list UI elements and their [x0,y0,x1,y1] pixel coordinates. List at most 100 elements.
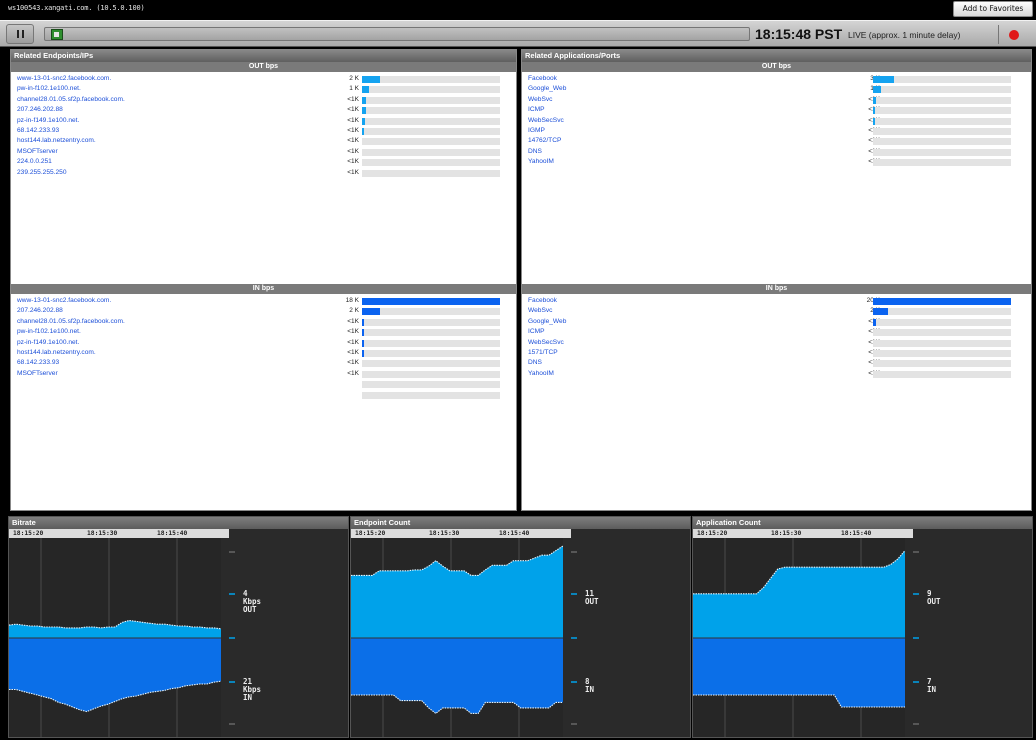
out-label-line: OUT [927,597,941,606]
item-link[interactable]: 207.246.202.88 [17,106,63,113]
list-item: www-13-01-snc2.facebook.com. 2 K [11,74,516,84]
item-link[interactable]: 224.0.0.251 [17,158,52,165]
item-link[interactable]: 68.142.233.93 [17,127,59,134]
add-to-favorites-button[interactable]: Add to Favorites [953,1,1033,17]
bar-track [362,169,500,177]
item-link[interactable]: IGMP [528,127,545,134]
scrubber-handle[interactable] [51,29,63,40]
applications-out-list: Facebook3 KGoogle_Web1 KWebSvc<1KICMP<1K… [522,72,1031,284]
bar-fill [362,127,364,135]
endpoints-in-header: IN bps [11,284,516,294]
item-link[interactable]: 14762/TCP [528,137,561,144]
item-link[interactable]: MSOFTserver [17,148,58,155]
item-link[interactable]: WebSecSvc [528,339,564,346]
item-link[interactable]: pw-in-f102.1e100.net. [17,328,81,335]
bar-track [873,96,1011,104]
item-link[interactable]: pz-in-f149.1e100.net. [17,117,79,124]
timeline-scrubber[interactable] [44,27,750,41]
bar-fill [873,76,894,83]
item-value: <1K [347,126,359,134]
bar-fill [873,96,876,104]
pause-icon [17,30,19,38]
bar-track [873,148,1011,156]
item-link[interactable]: DNS [528,359,542,366]
item-link[interactable]: host144.lab.netzentry.com. [17,137,96,144]
bar-fill [362,76,380,83]
item-link[interactable]: ICMP [528,106,544,113]
chart-title: Endpoint Count [351,517,690,529]
bar-track [362,391,500,399]
item-link[interactable]: host144.lab.netzentry.com. [17,349,96,356]
list-item: Google_Web<1K [522,317,1031,327]
item-link[interactable]: Facebook [528,75,557,82]
list-item: pw-in-f102.1e100.net. 1 K [11,84,516,94]
bitrate-chart-panel: Bitrate 18:15:20 18:15:30 18:15:40 4 Kbps… [8,516,349,738]
item-link[interactable]: www-13-01-snc2.facebook.com. [17,75,111,82]
chart-time-axis: 18:15:20 18:15:30 18:15:40 [351,529,571,538]
in-label-line: IN [927,685,937,694]
application-count-chart-panel: Application Count 18:15:20 18:15:30 18:1… [692,516,1033,738]
out-value-label: 9 OUT [927,590,941,606]
list-item: Facebook3 K [522,74,1031,84]
record-icon[interactable] [1009,30,1019,40]
item-link[interactable]: ICMP [528,328,544,335]
item-link[interactable]: pw-in-f102.1e100.net. [17,85,81,92]
item-link[interactable]: Google_Web [528,85,566,92]
bar-fill [362,318,365,326]
list-item: MSOFTserver <1K [11,147,516,157]
list-item: channel28.01.05.sf2p.facebook.com. <1K [11,317,516,327]
item-link[interactable]: MSOFTserver [17,370,58,377]
item-link[interactable]: channel28.01.05.sf2p.facebook.com. [17,318,125,325]
item-link[interactable]: Google_Web [528,318,566,325]
list-item: 207.246.202.88 2 K [11,306,516,316]
item-link[interactable]: DNS [528,148,542,155]
item-value: <1K [347,147,359,155]
endpoints-out-header: OUT bps [11,62,516,72]
item-link[interactable]: WebSvc [528,96,552,103]
live-status: LIVE (approx. 1 minute delay) [848,30,961,40]
item-value: <1K [347,158,359,166]
item-link[interactable]: WebSvc [528,307,552,314]
bar-fill [362,349,364,357]
bar-track [873,298,1011,305]
bar-track [362,370,500,378]
item-value: <1K [347,338,359,346]
item-link[interactable]: 207.246.202.88 [17,307,63,314]
item-link[interactable]: YahooIM [528,370,554,377]
list-item: Google_Web1 K [522,84,1031,94]
endpoints-in-list: www-13-01-snc2.facebook.com. 18 K 207.246.… [11,294,516,400]
item-link[interactable]: 68.142.233.93 [17,359,59,366]
time-tick: 18:15:40 [499,530,530,537]
bar-track [873,349,1011,357]
item-link[interactable]: pz-in-f149.1e100.net. [17,339,79,346]
item-link[interactable]: 239.255.255.250 [17,169,67,176]
item-link[interactable]: www-13-01-snc2.facebook.com. [17,297,111,304]
applications-out-header: OUT bps [522,62,1031,72]
list-item: ICMP<1K [522,327,1031,337]
toolbar-divider [998,25,999,44]
chart-title: Application Count [693,517,1032,529]
area-chart [351,538,577,737]
item-value: <1K [347,116,359,124]
list-item: 224.0.0.251 <1K [11,157,516,167]
title-bar: ws100543.xangati.com. (10.5.0.100) Add t… [0,0,1036,18]
applications-in-header: IN bps [522,284,1031,294]
item-value: 2 K [349,75,359,82]
item-value: <1K [347,95,359,103]
list-item: IGMP<1K [522,126,1031,136]
in-label-line: IN [243,693,253,702]
bar-fill [362,117,365,125]
item-link[interactable]: YahooIM [528,158,554,165]
time-tick: 18:15:20 [355,530,386,537]
item-link[interactable]: 1571/TCP [528,349,558,356]
list-item: pz-in-f149.1e100.net. <1K [11,116,516,126]
list-item: 14762/TCP<1K [522,136,1031,146]
bar-track [873,360,1011,368]
bar-track [362,159,500,167]
item-link[interactable]: Facebook [528,297,557,304]
item-link[interactable]: WebSecSvc [528,117,564,124]
item-link[interactable]: channel28.01.05.sf2p.facebook.com. [17,96,125,103]
chart-title: Bitrate [9,517,348,529]
bar-fill [873,107,875,115]
pause-button[interactable] [6,24,34,44]
